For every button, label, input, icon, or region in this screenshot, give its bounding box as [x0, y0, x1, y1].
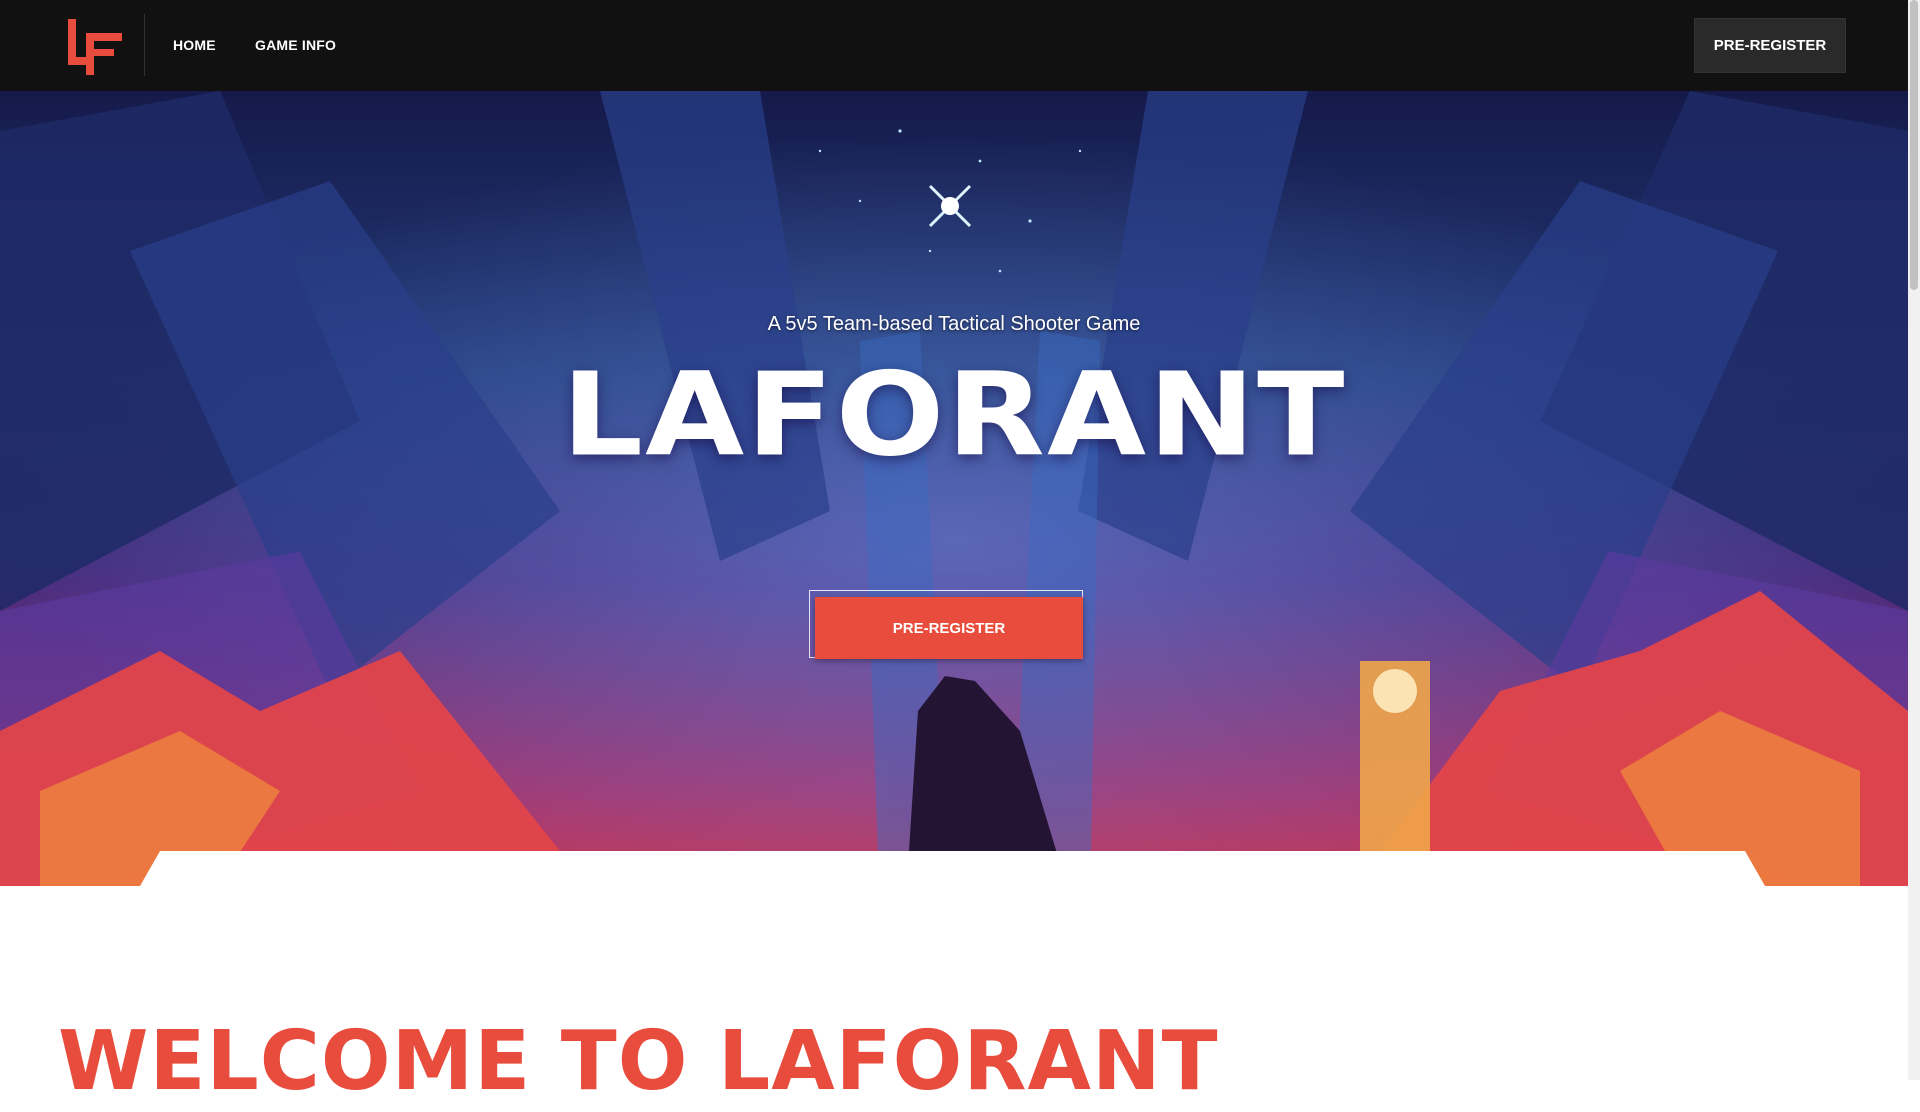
hero-subtitle: A 5v5 Team-based Tactical Shooter Game	[767, 313, 1141, 335]
hero-background-illustration	[0, 91, 1908, 913]
hero-pre-register-button[interactable]: PRE-REGISTER	[815, 597, 1083, 659]
nav-pre-register-button[interactable]: PRE-REGISTER	[1694, 18, 1846, 73]
nav-link-game-info[interactable]: GAME INFO	[255, 37, 336, 53]
page-scrollbar-thumb[interactable]	[1910, 0, 1918, 290]
laforant-logo[interactable]	[64, 19, 122, 75]
logo-divider	[144, 14, 145, 76]
top-navigation-bar: HOME GAME INFO PRE-REGISTER	[0, 0, 1908, 91]
hero-title: LAFORANT	[561, 348, 1347, 483]
nav-link-home[interactable]: HOME	[173, 37, 216, 53]
hero-banner: A 5v5 Team-based Tactical Shooter Game L…	[0, 91, 1908, 913]
welcome-heading: WELCOME TO LAFORANT	[58, 1014, 1219, 1109]
